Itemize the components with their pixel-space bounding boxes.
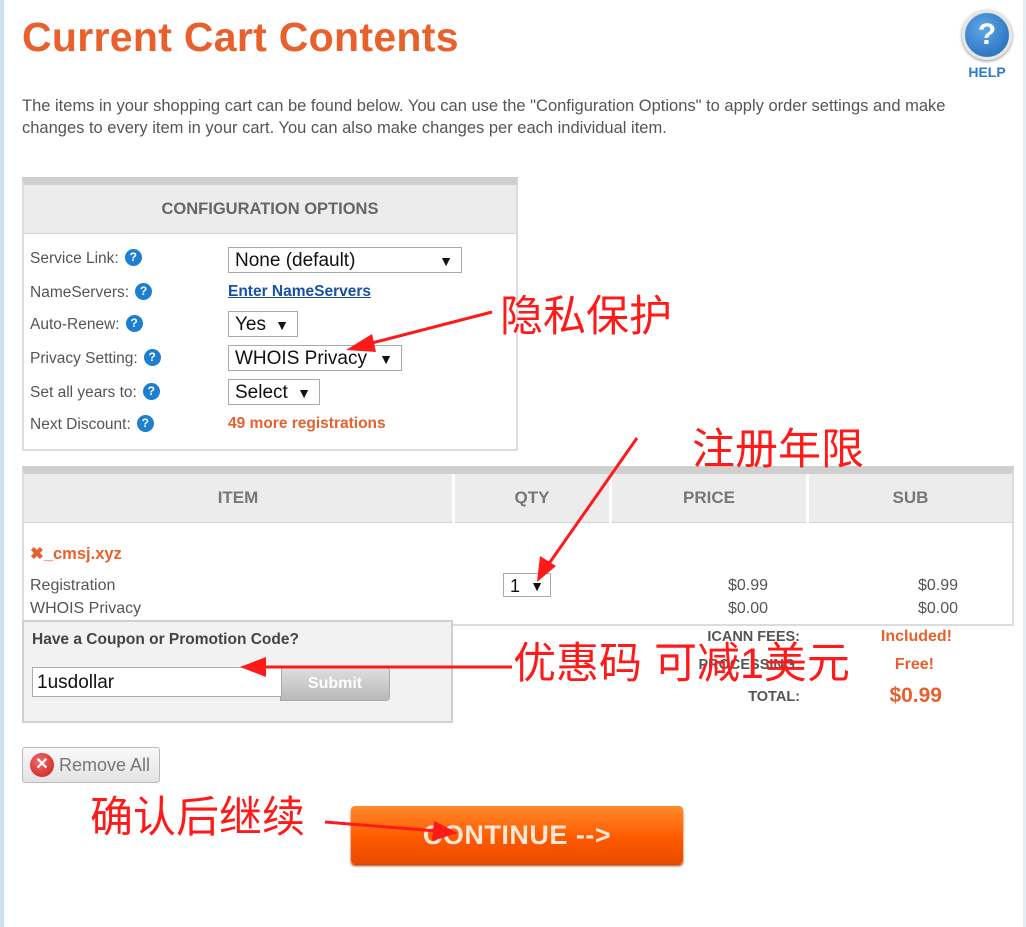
next-discount-value: 49 more registrations xyxy=(228,415,386,432)
caret-down-icon: ▼ xyxy=(379,351,393,367)
whois-privacy-price: $0.00 xyxy=(727,600,768,617)
service-link-label: Service Link:? xyxy=(30,249,142,268)
privacy-setting-select[interactable]: WHOIS Privacy ▼ xyxy=(228,345,402,371)
annotation-years: 注册年限 xyxy=(692,426,864,474)
service-link-value: None (default) xyxy=(235,250,356,271)
question-circle-icon: ? xyxy=(962,10,1012,60)
caret-down-icon: ▼ xyxy=(275,317,289,333)
auto-renew-text: Auto-Renew: xyxy=(30,316,120,333)
continue-button[interactable]: CONTINUE --> xyxy=(351,806,683,864)
col-qty-header: QTY xyxy=(455,474,609,523)
auto-renew-select[interactable]: Yes ▼ xyxy=(228,311,298,337)
remove-all-label: Remove All xyxy=(59,755,151,775)
service-link-select[interactable]: None (default) ▼ xyxy=(228,247,462,273)
next-discount-text: Next Discount: xyxy=(30,416,131,433)
col-item-header: ITEM xyxy=(24,474,452,523)
remove-circle-icon: ✕ xyxy=(30,753,54,777)
service-link-text: Service Link: xyxy=(30,250,119,267)
help-icon[interactable]: ? xyxy=(143,349,161,366)
help-icon[interactable]: ? xyxy=(136,415,154,432)
icann-fees-value: Included! xyxy=(880,628,952,645)
set-years-select[interactable]: Select ▼ xyxy=(228,379,320,405)
annotation-privacy: 隐私保护 xyxy=(500,293,672,341)
total-value: $0.99 xyxy=(889,684,942,707)
help-icon[interactable]: ? xyxy=(142,383,160,400)
auto-renew-label: Auto-Renew:? xyxy=(30,315,143,334)
nameservers-label: NameServers:? xyxy=(30,283,153,302)
configuration-options-panel: CONFIGURATION OPTIONS Service Link:? Non… xyxy=(22,177,518,451)
intro-text: The items in your shopping cart can be f… xyxy=(22,97,946,137)
help-button[interactable]: ? HELP xyxy=(960,10,1014,80)
col-price-header: PRICE xyxy=(612,474,806,523)
set-years-text: Set all years to: xyxy=(30,384,137,401)
registration-sub: $0.99 xyxy=(917,577,958,594)
processing-value: Free! xyxy=(894,656,934,673)
help-icon[interactable]: ? xyxy=(125,315,143,332)
coupon-title: Have a Coupon or Promotion Code? xyxy=(32,631,299,648)
next-discount-label: Next Discount:? xyxy=(30,415,154,434)
remove-all-button[interactable]: ✕ Remove All xyxy=(22,747,160,783)
cart-table: ITEM QTY PRICE SUB ✖_cmsj.xyz Registrati… xyxy=(22,466,1014,626)
caret-down-icon: ▼ xyxy=(297,385,311,401)
annotation-coupon: 优惠码 可减1美元 xyxy=(513,640,850,688)
page-title: Current Cart Contents xyxy=(22,14,459,60)
cart-item-domain: ✖_cmsj.xyz xyxy=(30,544,122,564)
registration-label: Registration xyxy=(30,577,116,594)
remove-item-icon[interactable]: ✖ xyxy=(30,545,44,563)
set-years-value: Select xyxy=(235,382,288,403)
registration-price: $0.99 xyxy=(727,577,768,594)
help-icon[interactable]: ? xyxy=(135,283,153,300)
privacy-setting-text: Privacy Setting: xyxy=(30,350,138,367)
domain-name: _cmsj.xyz xyxy=(43,545,122,563)
nameservers-text: NameServers: xyxy=(30,284,130,301)
caret-down-icon: ▼ xyxy=(439,253,453,269)
coupon-code-input[interactable]: 1usdollar xyxy=(32,667,282,697)
qty-select[interactable]: 1 ▼ xyxy=(503,573,551,597)
config-heading: CONFIGURATION OPTIONS xyxy=(24,185,516,234)
annotation-confirm: 确认后继续 xyxy=(90,794,305,842)
left-edge-bar xyxy=(0,0,4,927)
enter-nameservers-link[interactable]: Enter NameServers xyxy=(228,283,371,301)
annotation-arrows xyxy=(240,310,639,841)
qty-value: 1 xyxy=(510,576,521,596)
caret-down-icon: ▼ xyxy=(530,578,544,594)
total-label: TOTAL: xyxy=(748,689,800,705)
privacy-setting-value: WHOIS Privacy xyxy=(235,348,367,369)
coupon-panel: Have a Coupon or Promotion Code? Submit … xyxy=(22,620,453,723)
privacy-setting-label: Privacy Setting:? xyxy=(30,349,161,368)
set-years-label: Set all years to:? xyxy=(30,383,160,402)
auto-renew-value: Yes xyxy=(235,314,266,335)
help-label: HELP xyxy=(968,64,1006,80)
coupon-submit-button[interactable]: Submit xyxy=(280,667,390,701)
col-sub-header: SUB xyxy=(809,474,1012,523)
whois-privacy-sub: $0.00 xyxy=(917,600,958,617)
whois-privacy-label: WHOIS Privacy xyxy=(30,600,142,617)
help-icon[interactable]: ? xyxy=(124,249,142,266)
